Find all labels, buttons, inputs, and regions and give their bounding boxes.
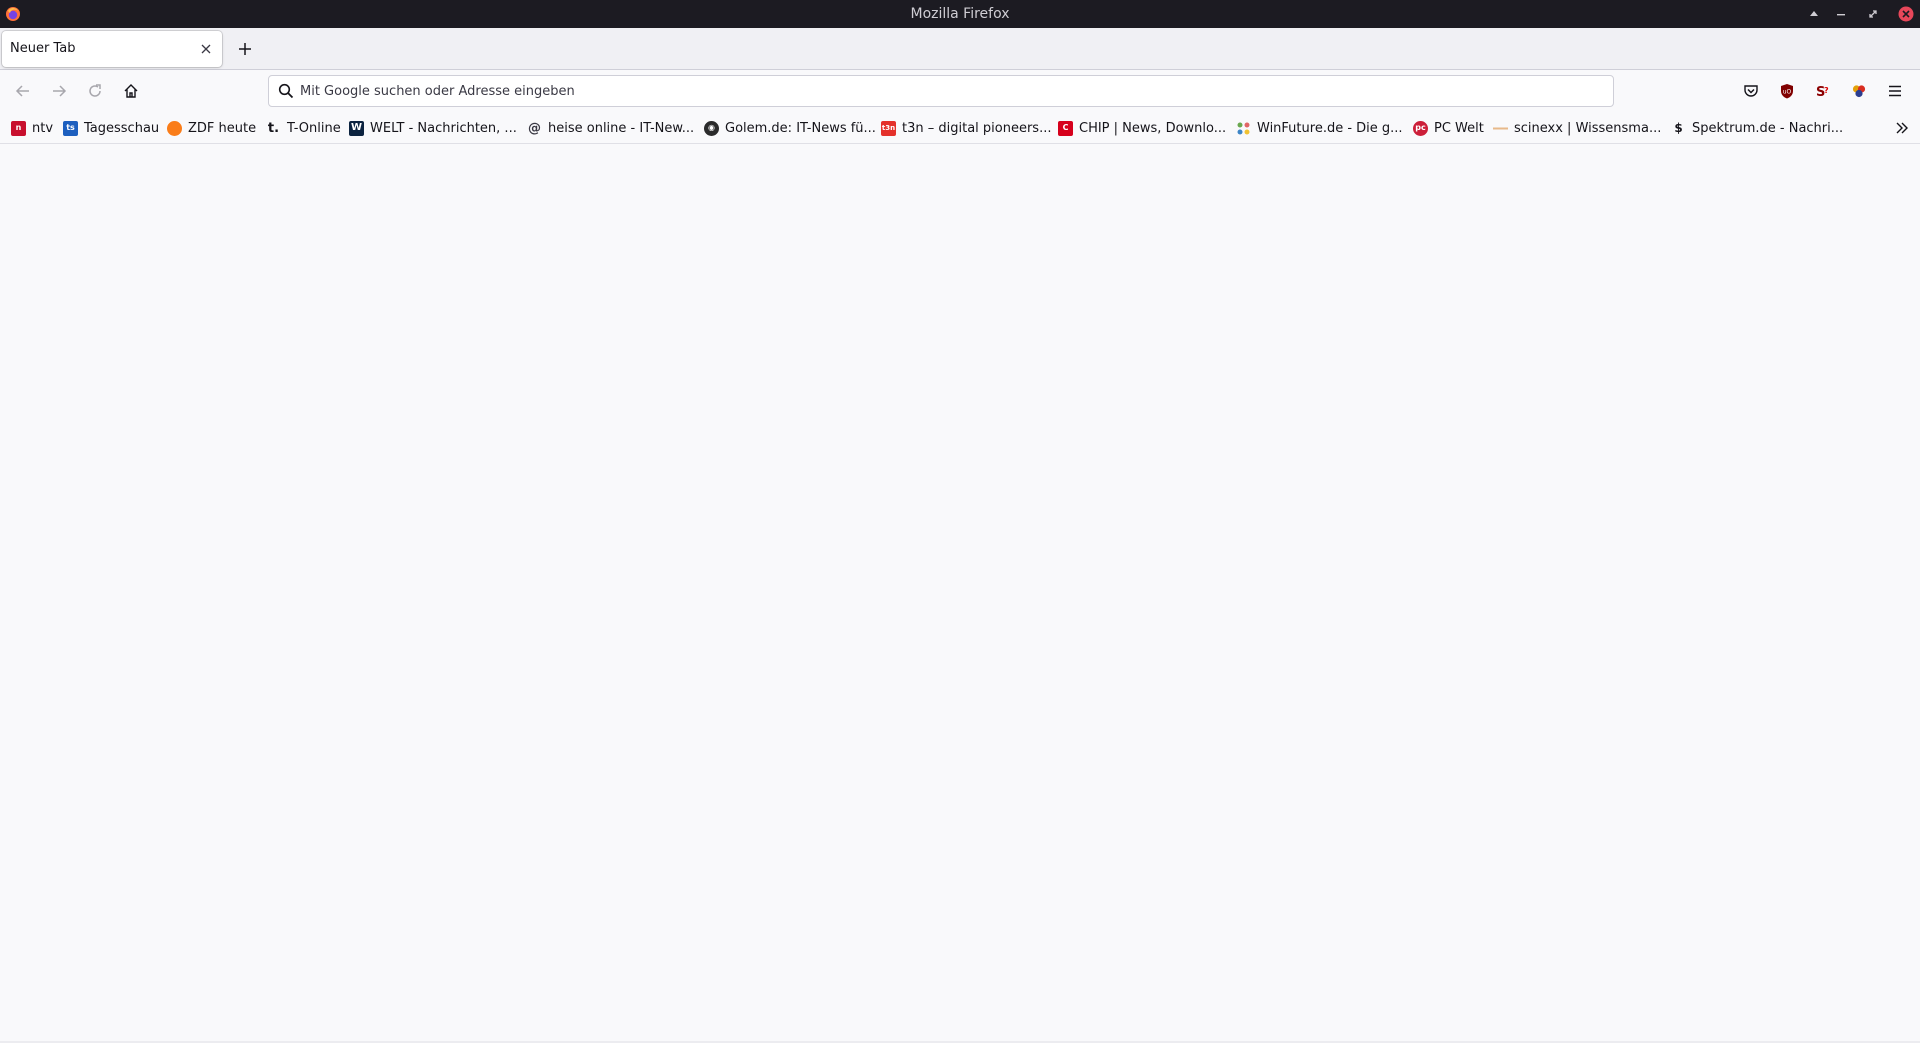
svg-text:?: ? <box>1824 86 1829 95</box>
search-icon <box>278 83 294 99</box>
welt-icon: W <box>349 120 364 136</box>
more-bookmarks-chevron-icon[interactable] <box>1890 116 1914 140</box>
url-input[interactable] <box>300 76 1600 106</box>
bookmark-golem[interactable]: ◉ Golem.de: IT-News fü... <box>704 116 876 140</box>
page-content <box>0 144 1920 1043</box>
scinexx-icon <box>1493 121 1508 136</box>
tab-neuer-tab[interactable]: Neuer Tab <box>2 31 222 67</box>
bookmark-chip[interactable]: C CHIP | News, Downlo... <box>1058 116 1226 140</box>
navigation-toolbar: uO S? <box>0 70 1920 112</box>
bookmark-label: CHIP | News, Downlo... <box>1079 120 1227 136</box>
bookmark-pc-welt[interactable]: pc PC Welt <box>1413 116 1484 140</box>
bookmark-ntv[interactable]: n ntv <box>11 116 53 140</box>
bookmark-label: ZDF heute <box>188 120 257 136</box>
bookmark-label: Golem.de: IT-News fü... <box>725 120 876 136</box>
pcwelt-icon: pc <box>1413 120 1428 136</box>
pocket-icon[interactable] <box>1736 76 1766 106</box>
bookmark-label: ntv <box>32 120 54 136</box>
heise-icon: @ <box>528 120 541 136</box>
t3n-icon: t3n <box>881 120 896 136</box>
bookmark-label: Tagesschau <box>84 120 160 136</box>
reload-button[interactable] <box>80 76 110 106</box>
minimize-button[interactable] <box>1831 4 1851 24</box>
bookmark-label: T-Online <box>287 120 341 136</box>
bookmark-welt[interactable]: W WELT - Nachrichten, ... <box>349 116 517 140</box>
forward-button[interactable] <box>44 76 74 106</box>
back-button[interactable] <box>8 76 38 106</box>
bookmark-label: t3n – digital pioneers... <box>902 120 1052 136</box>
bookmark-spektrum[interactable]: $ Spektrum.de - Nachri... <box>1671 116 1843 140</box>
chip-icon: C <box>1058 120 1073 136</box>
tagesschau-icon: ts <box>63 120 78 136</box>
menu-icon[interactable] <box>1880 76 1910 106</box>
restore-button[interactable] <box>1863 4 1883 24</box>
bookmark-t3n[interactable]: t3n t3n – digital pioneers... <box>881 116 1051 140</box>
bookmark-heise[interactable]: @ heise online - IT-New... <box>527 116 694 140</box>
bookmark-label: PC Welt <box>1434 120 1484 136</box>
bookmark-label: Spektrum.de - Nachri... <box>1692 120 1844 136</box>
bookmark-winfuture[interactable]: WinFuture.de - Die g... <box>1236 116 1403 140</box>
url-bar[interactable] <box>268 75 1614 107</box>
bookmark-t-online[interactable]: t. T-Online <box>266 116 341 140</box>
zdf-icon <box>167 120 182 136</box>
bookmark-zdf-heute[interactable]: ZDF heute <box>167 116 256 140</box>
winfuture-icon <box>1236 121 1251 136</box>
bookmark-label: WELT - Nachrichten, ... <box>370 120 517 136</box>
home-button[interactable] <box>116 76 146 106</box>
tab-strip: Neuer Tab <box>0 28 1920 70</box>
tab-title: Neuer Tab <box>10 41 76 56</box>
multi-account-icon[interactable] <box>1844 76 1874 106</box>
t-online-icon: t. <box>267 120 280 136</box>
bookmark-tagesschau[interactable]: ts Tagesschau <box>63 116 159 140</box>
keep-above-button[interactable] <box>1804 4 1824 24</box>
bookmarks-toolbar: n ntv ts Tagesschau ZDF heute t. T-Onlin… <box>0 112 1920 144</box>
tab-close-icon[interactable] <box>196 39 216 59</box>
new-tab-button[interactable] <box>232 36 258 62</box>
window-titlebar: Mozilla Firefox <box>0 0 1920 28</box>
bookmark-label: heise online - IT-New... <box>548 120 695 136</box>
window-title: Mozilla Firefox <box>910 6 1010 22</box>
bookmark-scinexx[interactable]: scinexx | Wissensma... <box>1493 116 1661 140</box>
ublock-icon[interactable]: uO <box>1772 76 1802 106</box>
bookmark-label: scinexx | Wissensma... <box>1514 120 1662 136</box>
extension-icon[interactable]: S? <box>1808 76 1838 106</box>
bookmark-label: WinFuture.de - Die g... <box>1257 120 1403 136</box>
golem-icon: ◉ <box>704 120 719 136</box>
spektrum-icon: $ <box>1674 121 1683 135</box>
close-window-button[interactable] <box>1896 4 1916 24</box>
svg-text:uO: uO <box>1783 89 1792 96</box>
ntv-icon: n <box>11 120 26 136</box>
